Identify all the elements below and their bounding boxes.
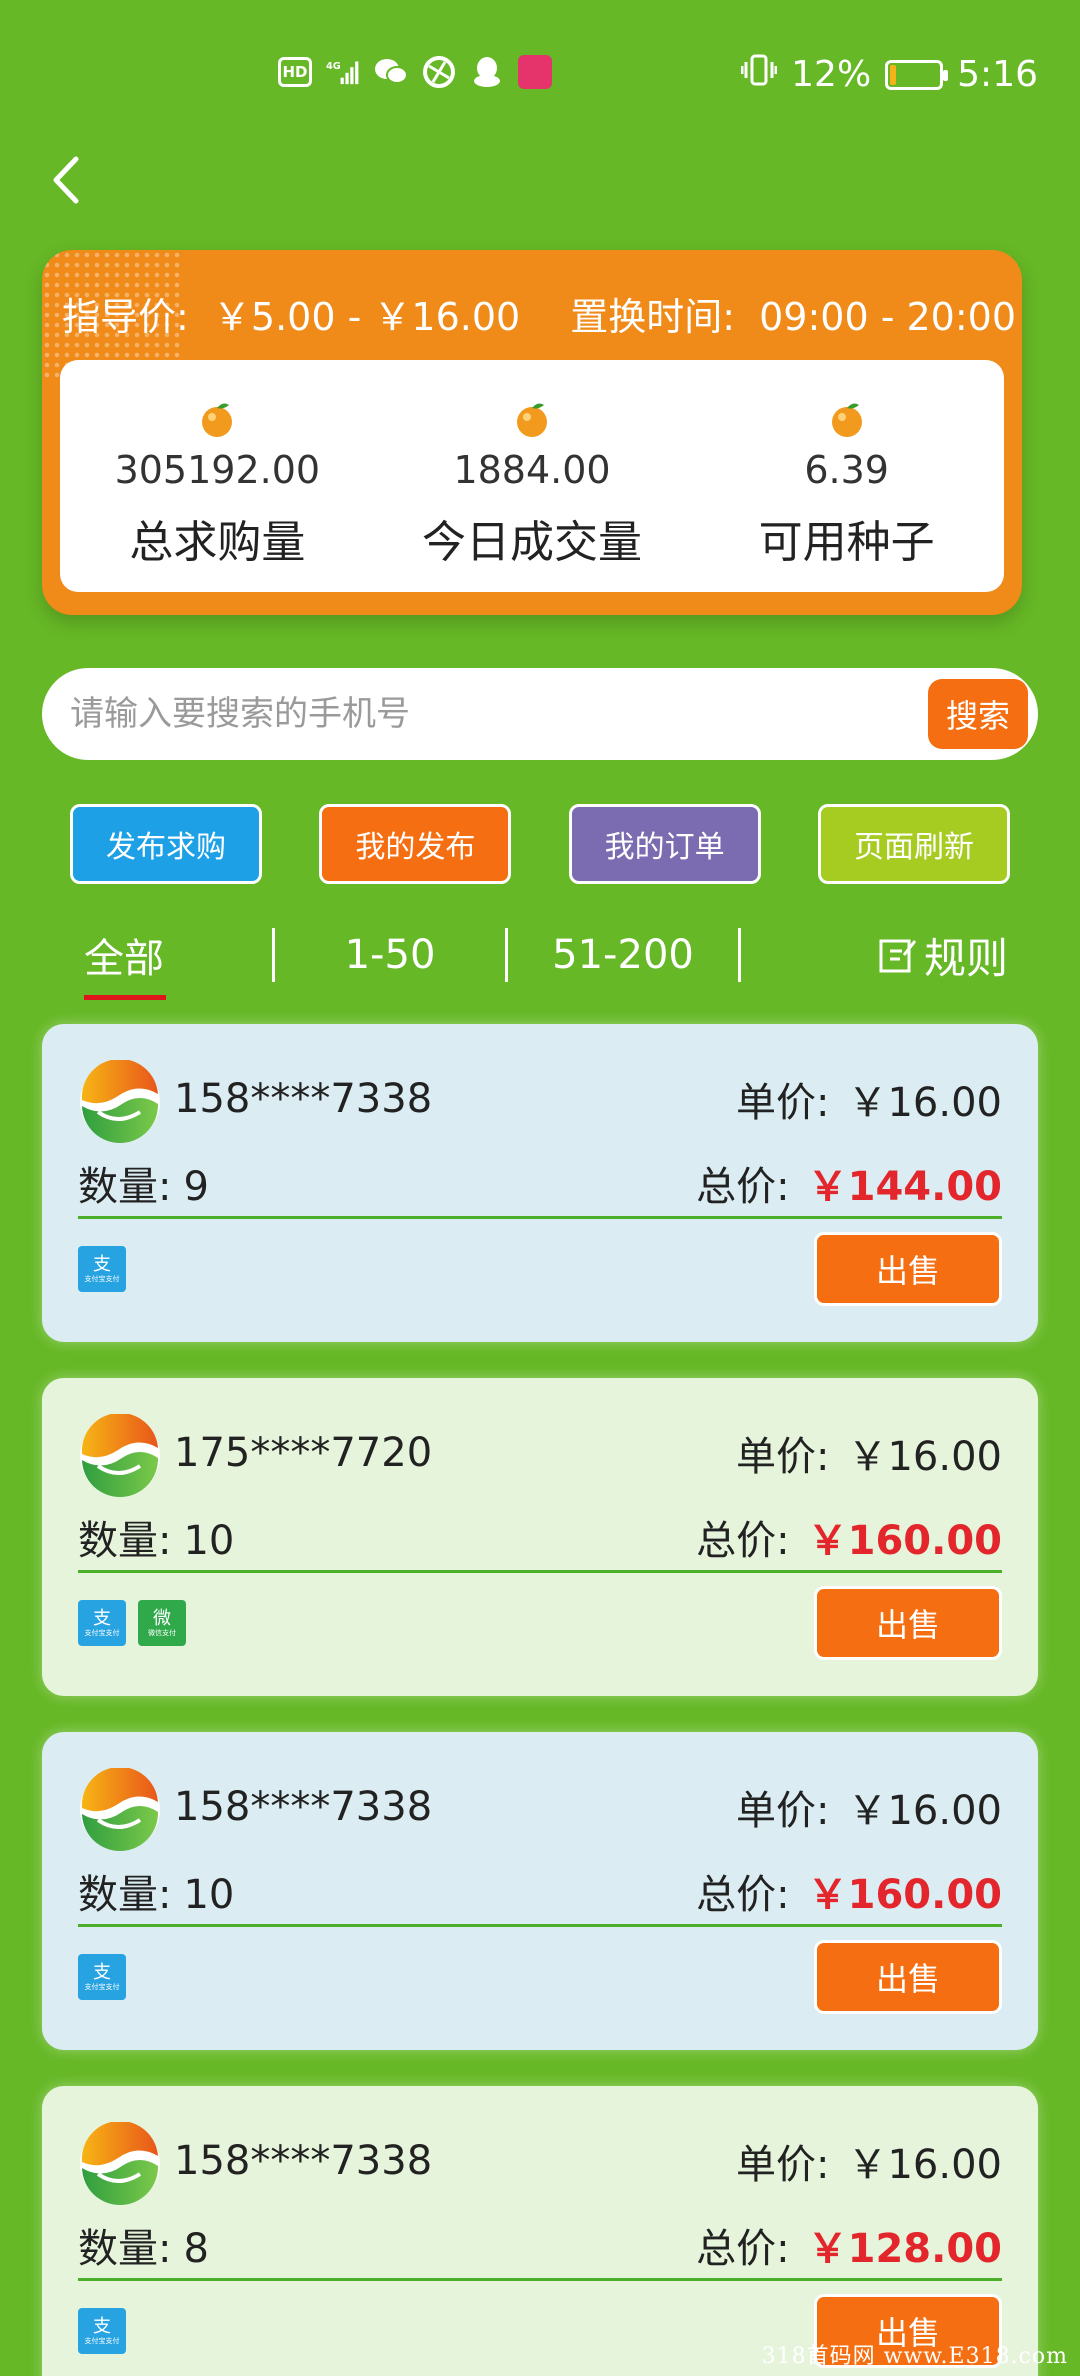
- total-price: 总价: ￥128.00: [696, 2226, 1002, 2272]
- stat-value: 305192.00: [114, 448, 321, 492]
- action-buttons: 发布求购 我的发布 我的订单 页面刷新: [70, 804, 1010, 884]
- orange-fruit-icon: [202, 403, 233, 437]
- summary-stats: 305192.00 总求购量 1884.00 今日成交量 6.39 可用种子: [60, 360, 1004, 592]
- divider: [78, 1570, 1002, 1573]
- alipay-icon: 支支付宝支付: [78, 1246, 126, 1292]
- filter-tabs: 全部 1-50 51-200 规则: [42, 910, 1038, 1000]
- unit-price: 单价: ￥16.00: [736, 1080, 1002, 1126]
- swap-time: 置换时间: 09:00 - 20:00: [570, 295, 1016, 339]
- quantity: 数量: 10: [78, 1872, 235, 1918]
- stat-value: 1884.00: [453, 448, 611, 492]
- status-bar: HD 4G 12% 5:16: [0, 0, 1080, 150]
- vibrate-icon: [740, 52, 778, 97]
- order-card: 175****7720 单价: ￥16.00 数量: 10 总价: ￥160.00 支…: [42, 1378, 1038, 1696]
- seller-phone: 175****7720: [174, 1430, 433, 1476]
- app-icon: [518, 55, 552, 89]
- my-orders-button[interactable]: 我的订单: [568, 804, 761, 884]
- unit-price: 单价: ￥16.00: [736, 1788, 1002, 1834]
- status-icons: HD 4G: [278, 55, 552, 89]
- tab-all[interactable]: 全部: [42, 926, 272, 1000]
- unit-price: 单价: ￥16.00: [736, 2142, 1002, 2188]
- alipay-icon: 支支付宝支付: [78, 1600, 126, 1646]
- stat-today-volume: 1884.00 今日成交量: [375, 360, 690, 592]
- divider: [78, 1216, 1002, 1219]
- tab-separator: [738, 928, 741, 982]
- stat-available-seeds: 6.39 可用种子: [689, 360, 1004, 592]
- browser-icon: [422, 55, 456, 89]
- svg-text:4G: 4G: [326, 61, 341, 72]
- seller-avatar: [80, 1060, 160, 1144]
- seller-avatar: [80, 1414, 160, 1498]
- seller-phone: 158****7338: [174, 1076, 433, 1122]
- chevron-left-icon: [53, 156, 79, 204]
- seller-avatar: [80, 2122, 160, 2206]
- guide-price: 指导价: ￥5.00 - ￥16.00: [62, 295, 521, 339]
- stat-label: 今日成交量: [422, 517, 642, 568]
- quantity: 数量: 9: [78, 1164, 209, 1210]
- divider: [78, 2278, 1002, 2281]
- payment-methods: 支支付宝支付: [78, 1954, 126, 2000]
- stat-value: 6.39: [804, 448, 889, 492]
- payment-methods: 支支付宝支付微微信支付: [78, 1600, 186, 1646]
- quantity: 数量: 8: [78, 2226, 209, 2272]
- summary-card: 指导价: ￥5.00 - ￥16.00 置换时间: 09:00 - 20:00 …: [42, 250, 1022, 615]
- qq-icon: [470, 55, 504, 89]
- refresh-page-button[interactable]: 页面刷新: [817, 804, 1010, 884]
- battery-icon: [885, 59, 949, 90]
- clock: 5:16: [957, 54, 1038, 95]
- 4g-signal-icon: 4G: [326, 55, 360, 89]
- publish-purchase-button[interactable]: 发布求购: [70, 804, 262, 884]
- status-right: 12% 5:16: [740, 52, 1038, 97]
- payment-methods: 支支付宝支付: [78, 1246, 126, 1292]
- edit-note-icon: [879, 939, 917, 973]
- hd-icon: HD: [278, 57, 312, 87]
- wechat-pay-icon: 微微信支付: [138, 1600, 186, 1646]
- seller-avatar: [80, 1768, 160, 1852]
- alipay-icon: 支支付宝支付: [78, 2308, 126, 2354]
- order-card: 158****7338 单价: ￥16.00 数量: 9 总价: ￥144.00 支支…: [42, 1024, 1038, 1342]
- divider: [78, 1924, 1002, 1927]
- sell-button[interactable]: 出售: [814, 1940, 1002, 2014]
- order-card: 158****7338 单价: ￥16.00 数量: 8 总价: ￥128.00 支支…: [42, 2086, 1038, 2376]
- stat-label: 总求购量: [129, 517, 306, 568]
- search-input[interactable]: [42, 694, 928, 734]
- back-button[interactable]: [40, 150, 90, 210]
- order-card: 158****7338 单价: ￥16.00 数量: 10 总价: ￥160.00 支…: [42, 1732, 1038, 2050]
- search-button[interactable]: 搜索: [928, 679, 1028, 749]
- seller-phone: 158****7338: [174, 1784, 433, 1830]
- search-bar: 搜索: [42, 668, 1038, 760]
- stat-label: 可用种子: [758, 517, 935, 568]
- battery-percent: 12%: [791, 54, 872, 95]
- seller-phone: 158****7338: [174, 2138, 433, 2184]
- rules-link[interactable]: 规则: [878, 925, 1038, 986]
- summary-header: 指导价: ￥5.00 - ￥16.00 置换时间: 09:00 - 20:00: [62, 286, 1016, 341]
- total-price: 总价: ￥144.00: [696, 1164, 1002, 1210]
- total-price: 总价: ￥160.00: [696, 1872, 1002, 1918]
- watermark: 318首码网 www.E318.com: [761, 2344, 1068, 2369]
- payment-methods: 支支付宝支付: [78, 2308, 126, 2354]
- total-price: 总价: ￥160.00: [696, 1518, 1002, 1564]
- orange-fruit-icon: [517, 403, 547, 437]
- sell-button[interactable]: 出售: [814, 1232, 1002, 1306]
- tab-range-51-200[interactable]: 51-200: [508, 932, 738, 978]
- wechat-icon: [374, 55, 408, 89]
- quantity: 数量: 10: [78, 1518, 235, 1564]
- stat-total-purchase: 305192.00 总求购量: [60, 360, 375, 592]
- alipay-icon: 支支付宝支付: [78, 1954, 126, 2000]
- orange-fruit-icon: [831, 403, 862, 437]
- unit-price: 单价: ￥16.00: [736, 1434, 1002, 1480]
- sell-button[interactable]: 出售: [814, 1586, 1002, 1660]
- my-publish-button[interactable]: 我的发布: [319, 804, 512, 884]
- tab-range-1-50[interactable]: 1-50: [275, 932, 505, 978]
